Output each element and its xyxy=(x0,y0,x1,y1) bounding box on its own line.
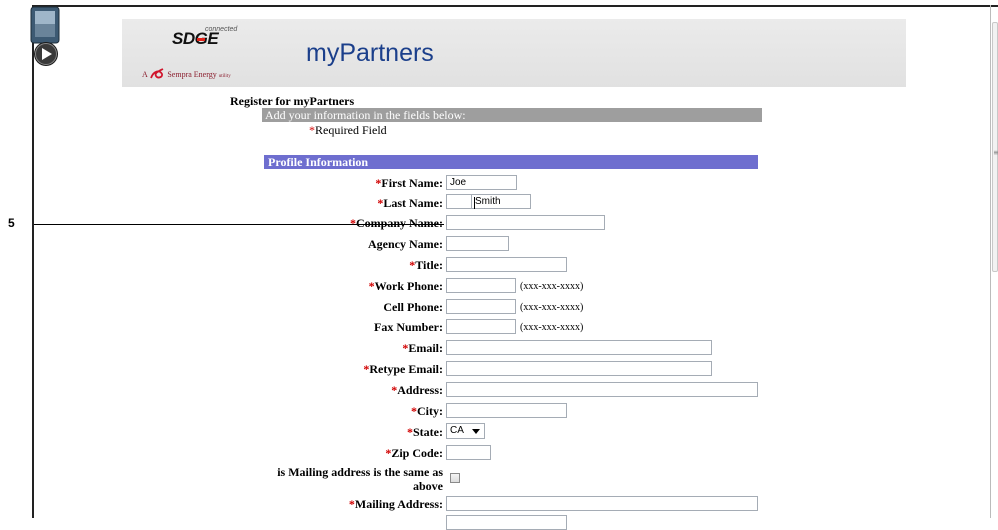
fax-number-label: Fax Number: xyxy=(374,320,443,334)
email-input[interactable] xyxy=(446,340,712,355)
cell-phone-input[interactable] xyxy=(446,299,516,314)
video-play-icon[interactable] xyxy=(30,6,62,68)
app-title: myPartners xyxy=(306,39,434,67)
title-input[interactable] xyxy=(446,257,567,272)
retype-email-input[interactable] xyxy=(446,361,712,376)
scrollbar-grip-icon: ≡ xyxy=(993,148,998,157)
mailing-address-label: *Mailing Address: xyxy=(348,497,443,511)
agency-name-input[interactable] xyxy=(446,236,509,251)
state-label: *State: xyxy=(407,425,443,439)
cell-phone-label: Cell Phone: xyxy=(383,300,443,314)
retype-email-label: *Retype Email: xyxy=(363,362,443,376)
last-name-label: *Last Name: xyxy=(377,196,443,210)
address-label: *Address: xyxy=(391,383,443,397)
mailing-address-input[interactable] xyxy=(446,496,758,511)
sempra-company: Sempra Energy xyxy=(167,70,217,79)
fax-number-format-hint: (xxx-xxx-xxxx) xyxy=(520,322,584,333)
next-field-input[interactable] xyxy=(446,515,567,530)
title-label: *Title: xyxy=(409,258,443,272)
zip-code-input[interactable] xyxy=(446,445,491,460)
work-phone-label: *Work Phone: xyxy=(368,279,443,293)
work-phone-format-hint: (xxx-xxx-xxxx) xyxy=(520,281,584,292)
address-input[interactable] xyxy=(446,382,758,397)
zip-code-label: *Zip Code: xyxy=(385,446,443,460)
required-field-note: *Required Field xyxy=(309,123,387,138)
required-field-label: Required Field xyxy=(315,123,387,137)
email-label: *Email: xyxy=(402,341,443,355)
sdge-tagline: connected xyxy=(205,26,238,33)
cell-phone-format-hint: (xxx-xxx-xxxx) xyxy=(520,302,584,313)
header-banner xyxy=(122,19,906,87)
last-name-input[interactable]: Smith xyxy=(471,194,531,209)
sempra-suffix: utility xyxy=(218,74,231,79)
instruction-bar: Add your information in the fields below… xyxy=(262,108,762,122)
state-select[interactable]: CA xyxy=(446,423,485,439)
sempra-swirl-icon xyxy=(150,68,164,82)
sempra-tagline: A Sempra Energy utility xyxy=(142,68,231,82)
work-phone-input[interactable] xyxy=(446,278,516,293)
scrollbar-thumb[interactable] xyxy=(992,22,998,272)
state-select-value: CA xyxy=(450,425,464,436)
city-label: *City: xyxy=(411,404,443,418)
mailing-same-label: is Mailing address is the same as above xyxy=(277,465,443,493)
agency-name-label: Agency Name: xyxy=(368,237,443,251)
mailing-same-checkbox[interactable] xyxy=(450,473,460,483)
sempra-prefix: A xyxy=(142,70,148,79)
section-profile-information: Profile Information xyxy=(264,155,758,169)
first-name-label: *First Name: xyxy=(375,176,443,190)
sdge-logo-accent xyxy=(197,38,205,41)
fax-number-input[interactable] xyxy=(446,319,516,334)
page-title: Register for myPartners xyxy=(230,94,355,108)
callout-number: 5 xyxy=(8,216,15,230)
chevron-down-icon xyxy=(472,429,480,434)
callout-line xyxy=(34,224,444,225)
company-name-input[interactable] xyxy=(446,215,605,230)
first-name-input[interactable]: Joe xyxy=(446,175,517,190)
text-cursor xyxy=(474,197,475,209)
city-input[interactable] xyxy=(446,403,567,418)
last-name-input-left[interactable] xyxy=(446,194,471,209)
